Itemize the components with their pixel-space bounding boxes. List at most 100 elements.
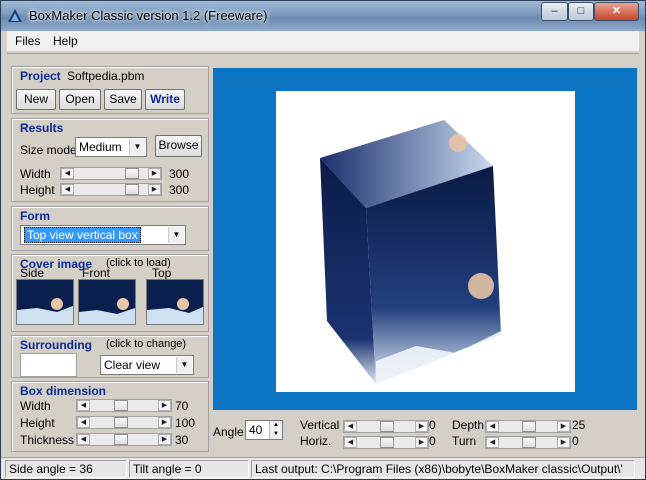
- minimize-button[interactable]: –: [541, 2, 568, 21]
- slider-thumb[interactable]: [114, 434, 128, 445]
- arrow-left-icon[interactable]: ◀: [61, 184, 74, 195]
- form-group: Form Top view vertical box ▼: [11, 206, 209, 251]
- arrow-left-icon[interactable]: ◀: [344, 437, 357, 448]
- dim-width-value: 70: [175, 399, 189, 413]
- app-icon: [8, 9, 22, 22]
- arrow-right-icon[interactable]: ▶: [557, 421, 570, 432]
- horiz-value: 0: [429, 434, 436, 448]
- arrow-right-icon[interactable]: ▶: [158, 417, 171, 428]
- results-width-label: Width: [20, 167, 51, 181]
- menu-help[interactable]: Help: [53, 34, 78, 48]
- arrow-left-icon[interactable]: ◀: [61, 168, 74, 179]
- box-dimension-group: Box dimension Width ◀ ▶ 70 Height ◀ ▶ 10…: [11, 381, 209, 452]
- arrow-left-icon[interactable]: ◀: [486, 421, 499, 432]
- turn-label: Turn: [452, 434, 477, 448]
- spin-down-icon[interactable]: ▼: [269, 430, 282, 439]
- menu-files[interactable]: Files: [15, 34, 40, 48]
- slider-thumb[interactable]: [522, 421, 536, 432]
- angle-spinner[interactable]: 40 ▲ ▼: [245, 420, 283, 440]
- new-button[interactable]: New: [16, 89, 56, 110]
- slider-thumb[interactable]: [380, 437, 394, 448]
- size-mode-label: Size mode: [20, 143, 77, 157]
- results-title: Results: [20, 121, 64, 135]
- arrow-right-icon[interactable]: ▶: [415, 421, 428, 432]
- open-button[interactable]: Open: [59, 89, 101, 110]
- status-last-output: Last output: C:\Program Files (x86)\boby…: [251, 460, 635, 478]
- app-window: BoxMaker Classic version 1.2 (Freeware) …: [0, 0, 646, 480]
- arrow-right-icon[interactable]: ▶: [415, 437, 428, 448]
- slider-thumb[interactable]: [380, 421, 394, 432]
- title-bar[interactable]: BoxMaker Classic version 1.2 (Freeware) …: [1, 1, 645, 31]
- cover-image-icon: [17, 280, 73, 324]
- cover-front-label: Front: [82, 266, 111, 280]
- preview-panel: [213, 68, 637, 410]
- depth-slider[interactable]: ◀ ▶: [485, 420, 571, 433]
- results-height-value: 300: [169, 183, 190, 197]
- results-height-slider[interactable]: ◀ ▶: [60, 183, 162, 196]
- slider-thumb[interactable]: [114, 417, 128, 428]
- cover-front-thumbnail[interactable]: [78, 279, 136, 325]
- arrow-right-icon[interactable]: ▶: [148, 184, 161, 195]
- arrow-left-icon[interactable]: ◀: [77, 417, 90, 428]
- browse-button[interactable]: Browse: [155, 135, 202, 157]
- form-title: Form: [20, 209, 50, 223]
- results-group: Results Size mode Medium ▼ Browse Width …: [11, 118, 209, 202]
- close-button[interactable]: ✕: [594, 2, 639, 21]
- vertical-label: Vertical: [300, 418, 340, 432]
- size-mode-select[interactable]: Medium ▼: [75, 137, 147, 157]
- results-width-slider[interactable]: ◀ ▶: [60, 167, 162, 180]
- cover-side-thumbnail[interactable]: [16, 279, 74, 325]
- turn-slider[interactable]: ◀ ▶: [485, 436, 571, 449]
- dim-height-value: 100: [175, 416, 196, 430]
- arrow-right-icon[interactable]: ▶: [557, 437, 570, 448]
- surrounding-group: Surrounding (click to change) Clear view…: [11, 335, 209, 378]
- depth-value: 25: [572, 418, 586, 432]
- dim-thickness-slider[interactable]: ◀ ▶: [76, 433, 172, 446]
- spin-up-icon[interactable]: ▲: [269, 421, 282, 430]
- write-button[interactable]: Write: [145, 89, 185, 110]
- surrounding-color-swatch[interactable]: [20, 353, 77, 377]
- project-title: Project: [20, 69, 61, 83]
- surrounding-mode-select[interactable]: Clear view ▼: [100, 355, 194, 375]
- menu-bar: Files Help: [7, 31, 639, 51]
- dim-height-slider[interactable]: ◀ ▶: [76, 416, 172, 429]
- vertical-slider[interactable]: ◀ ▶: [343, 420, 429, 433]
- arrow-left-icon[interactable]: ◀: [344, 421, 357, 432]
- horiz-slider[interactable]: ◀ ▶: [343, 436, 429, 449]
- status-tilt-angle: Tilt angle = 0: [129, 460, 249, 478]
- form-select[interactable]: Top view vertical box ▼: [20, 225, 186, 245]
- dim-thickness-value: 30: [175, 433, 189, 447]
- arrow-left-icon[interactable]: ◀: [77, 434, 90, 445]
- depth-label: Depth: [452, 418, 485, 432]
- arrow-right-icon[interactable]: ▶: [158, 434, 171, 445]
- vertical-value: 0: [429, 418, 436, 432]
- turn-value: 0: [572, 434, 579, 448]
- chevron-down-icon: ▼: [168, 227, 184, 243]
- chevron-down-icon: ▼: [129, 139, 145, 155]
- save-button[interactable]: Save: [104, 89, 142, 110]
- dim-width-label: Width: [20, 399, 51, 413]
- slider-thumb[interactable]: [522, 437, 536, 448]
- dim-thickness-label: Thickness: [20, 433, 75, 447]
- results-width-value: 300: [169, 167, 190, 181]
- chevron-down-icon: ▼: [176, 357, 192, 373]
- preview-canvas: [276, 91, 575, 392]
- slider-thumb[interactable]: [125, 168, 139, 179]
- status-side-angle: Side angle = 36: [5, 460, 127, 478]
- slider-thumb[interactable]: [114, 400, 128, 411]
- horiz-label: Horiz.: [300, 434, 332, 448]
- status-bar: Side angle = 36 Tilt angle = 0 Last outp…: [1, 457, 645, 479]
- arrow-left-icon[interactable]: ◀: [77, 400, 90, 411]
- surrounding-title: Surrounding: [20, 338, 92, 352]
- cover-top-thumbnail[interactable]: [146, 279, 204, 325]
- arrow-right-icon[interactable]: ▶: [148, 168, 161, 179]
- slider-thumb[interactable]: [125, 184, 139, 195]
- angle-label: Angle: [213, 425, 244, 439]
- dim-width-slider[interactable]: ◀ ▶: [76, 399, 172, 412]
- cover-side-label: Side: [20, 266, 45, 280]
- project-group: Project Softpedia.pbm New Open Save Writ…: [11, 66, 209, 114]
- maximize-button[interactable]: □: [568, 2, 594, 21]
- arrow-right-icon[interactable]: ▶: [158, 400, 171, 411]
- project-filename: Softpedia.pbm: [67, 69, 145, 83]
- arrow-left-icon[interactable]: ◀: [486, 437, 499, 448]
